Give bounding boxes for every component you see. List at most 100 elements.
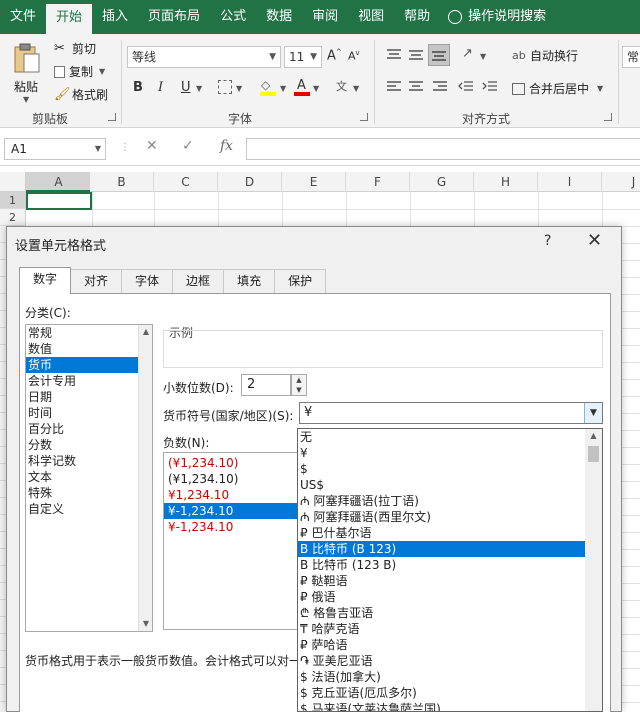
tab-review[interactable]: 审阅 bbox=[302, 0, 348, 34]
category-item[interactable]: 分数 bbox=[26, 437, 152, 453]
cancel-icon[interactable]: ✕ bbox=[146, 138, 158, 154]
category-item[interactable]: 数值 bbox=[26, 341, 152, 357]
formula-input[interactable] bbox=[246, 138, 640, 160]
currency-option[interactable]: ₽ 鞑靼语 bbox=[298, 573, 602, 589]
row-header[interactable]: 1 bbox=[0, 192, 26, 209]
negative-format-option[interactable]: (¥1,234.10) bbox=[164, 455, 302, 471]
currency-option[interactable]: ¥ bbox=[298, 445, 602, 461]
chevron-down-icon[interactable]: ▼ bbox=[584, 403, 602, 423]
column-header[interactable]: G bbox=[410, 172, 474, 192]
increase-indent-icon[interactable] bbox=[482, 80, 498, 94]
tab-view[interactable]: 视图 bbox=[348, 0, 394, 34]
row-header[interactable]: 2 bbox=[0, 209, 26, 226]
category-item[interactable]: 货币 bbox=[26, 357, 152, 373]
selected-cell-a1[interactable] bbox=[26, 192, 92, 210]
close-button[interactable]: ✕ bbox=[587, 230, 602, 251]
chevron-down-icon[interactable]: ▼ bbox=[480, 52, 486, 61]
font-launcher-icon[interactable] bbox=[360, 113, 368, 121]
decimal-places-spinner[interactable]: ▲ ▼ bbox=[291, 374, 307, 396]
select-all-corner[interactable] bbox=[0, 172, 26, 192]
bold-button[interactable]: B bbox=[133, 80, 143, 95]
tab-help[interactable]: 帮助 bbox=[394, 0, 440, 34]
negative-numbers-list[interactable]: (¥1,234.10) (¥1,234.10) ¥1,234.10 ¥-1,234.1… bbox=[163, 452, 303, 630]
chevron-down-icon[interactable]: ▼ bbox=[292, 385, 306, 395]
currency-option[interactable]: ₸ 哈萨克语 bbox=[298, 621, 602, 637]
tab-file[interactable]: 文件 bbox=[0, 0, 46, 34]
tab-insert[interactable]: 插入 bbox=[92, 0, 138, 34]
name-box[interactable]: A1 ▼ bbox=[4, 138, 106, 160]
tab-page-layout[interactable]: 页面布局 bbox=[138, 0, 210, 34]
column-header[interactable]: H bbox=[474, 172, 538, 192]
currency-option[interactable]: US$ bbox=[298, 477, 602, 493]
tab-protection[interactable]: 保护 bbox=[274, 269, 327, 293]
tab-home[interactable]: 开始 bbox=[46, 4, 93, 34]
align-top-icon[interactable] bbox=[386, 48, 402, 62]
copy-button[interactable]: 复制 ▼ bbox=[54, 63, 105, 80]
cut-button[interactable]: ✂ 剪切 bbox=[54, 40, 96, 57]
align-center-icon[interactable] bbox=[408, 80, 424, 94]
column-header[interactable]: B bbox=[90, 172, 154, 192]
category-item[interactable]: 日期 bbox=[26, 389, 152, 405]
align-right-icon[interactable] bbox=[432, 80, 448, 94]
align-middle-icon[interactable] bbox=[408, 48, 424, 62]
scrollbar-thumb[interactable] bbox=[588, 446, 599, 462]
currency-option[interactable]: ₽ 俄语 bbox=[298, 589, 602, 605]
tab-alignment[interactable]: 对齐 bbox=[70, 269, 123, 293]
category-item[interactable]: 时间 bbox=[26, 405, 152, 421]
font-color-icon[interactable]: A bbox=[294, 78, 310, 96]
decimal-places-input[interactable]: 2 bbox=[241, 374, 291, 396]
orientation-icon[interactable]: ↗ bbox=[462, 46, 473, 61]
chevron-down-icon[interactable]: ▼ bbox=[313, 84, 319, 93]
column-header[interactable]: C bbox=[154, 172, 218, 192]
currency-dropdown-list[interactable]: 无 ¥ $ US$ ₼ 阿塞拜疆语(拉丁语) ₼ 阿塞拜疆语(西里尔文) ₽ 巴什基尔语 B … bbox=[297, 428, 603, 712]
insert-function-icon[interactable]: fx bbox=[220, 138, 233, 154]
currency-option[interactable]: $ bbox=[298, 461, 602, 477]
paste-button[interactable]: 粘贴 ▼ bbox=[10, 40, 44, 108]
tab-border[interactable]: 边框 bbox=[172, 269, 225, 293]
category-list[interactable]: 常规 数值 货币 会计专用 日期 时间 百分比 分数 科学记数 文本 特殊 自定义 ▲ ▼ bbox=[25, 324, 153, 632]
tab-formulas[interactable]: 公式 bbox=[210, 0, 256, 34]
category-item[interactable]: 文本 bbox=[26, 469, 152, 485]
clipboard-launcher-icon[interactable] bbox=[108, 113, 116, 121]
column-header[interactable]: I bbox=[538, 172, 602, 192]
align-left-icon[interactable] bbox=[386, 80, 402, 94]
decrease-font-icon[interactable]: Av bbox=[348, 49, 360, 63]
category-scrollbar[interactable]: ▲ ▼ bbox=[138, 325, 152, 631]
category-item[interactable]: 百分比 bbox=[26, 421, 152, 437]
format-painter-button[interactable]: 🖌 格式刷 bbox=[54, 86, 108, 103]
merge-center-button[interactable]: 合并后居中 ▼ bbox=[512, 80, 603, 97]
chevron-down-icon[interactable]: ▼ bbox=[236, 84, 242, 93]
negative-format-option[interactable]: ¥1,234.10 bbox=[164, 487, 302, 503]
category-item[interactable]: 自定义 bbox=[26, 501, 152, 517]
currency-symbol-select[interactable]: ¥ ▼ bbox=[299, 402, 603, 424]
tab-font[interactable]: 字体 bbox=[121, 269, 174, 293]
category-item[interactable]: 常规 bbox=[26, 325, 152, 341]
tab-fill[interactable]: 填充 bbox=[223, 269, 276, 293]
negative-format-option[interactable]: ¥-1,234.10 bbox=[164, 503, 302, 519]
currency-option[interactable]: ₼ 阿塞拜疆语(拉丁语) bbox=[298, 493, 602, 509]
fill-color-icon[interactable]: ◇ bbox=[260, 78, 276, 96]
underline-button[interactable]: U bbox=[181, 80, 191, 95]
column-header[interactable]: D bbox=[218, 172, 282, 192]
category-item[interactable]: 科学记数 bbox=[26, 453, 152, 469]
currency-option[interactable]: $ 克丘亚语(厄瓜多尔) bbox=[298, 685, 602, 701]
font-size-combo[interactable]: 11 ▼ bbox=[284, 46, 322, 68]
currency-option[interactable]: $ 马来语(文莱达鲁萨兰国) bbox=[298, 701, 602, 711]
currency-option[interactable]: ֏ 亚美尼亚语 bbox=[298, 653, 602, 669]
currency-option[interactable]: $ 法语(加拿大) bbox=[298, 669, 602, 685]
chevron-up-icon[interactable]: ▲ bbox=[139, 325, 153, 339]
column-header[interactable]: A bbox=[26, 172, 92, 192]
currency-option[interactable]: ₽ 巴什基尔语 bbox=[298, 525, 602, 541]
currency-option[interactable]: ₼ 阿塞拜疆语(西里尔文) bbox=[298, 509, 602, 525]
chevron-down-icon[interactable]: ▼ bbox=[353, 84, 359, 93]
chevron-up-icon[interactable]: ▲ bbox=[292, 375, 306, 385]
align-bottom-button[interactable] bbox=[428, 44, 450, 66]
negative-format-option[interactable]: ¥-1,234.10 bbox=[164, 519, 302, 535]
negative-format-option[interactable]: (¥1,234.10) bbox=[164, 471, 302, 487]
category-item[interactable]: 会计专用 bbox=[26, 373, 152, 389]
alignment-launcher-icon[interactable] bbox=[604, 113, 612, 121]
column-header[interactable]: F bbox=[346, 172, 410, 192]
tab-data[interactable]: 数据 bbox=[256, 0, 302, 34]
chevron-up-icon[interactable]: ▲ bbox=[585, 431, 602, 440]
chevron-down-icon[interactable]: ▼ bbox=[196, 84, 202, 93]
